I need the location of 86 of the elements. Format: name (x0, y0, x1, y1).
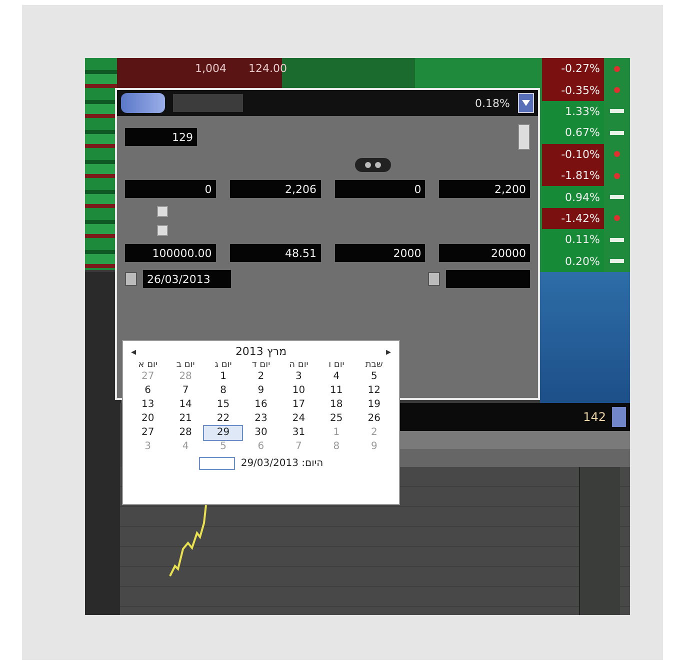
date-field[interactable] (446, 270, 530, 288)
weekday-label: יום ו (328, 360, 346, 370)
today-marker-icon (198, 457, 235, 470)
calendar-day[interactable]: 1 (204, 370, 242, 384)
window-title: 0.18% (474, 96, 510, 110)
weekday-label: שבת (364, 360, 384, 370)
month-title: מרץ 2013 (235, 345, 287, 358)
calendar-day[interactable]: 3 (280, 370, 318, 384)
calendar-day[interactable]: 23 (242, 412, 280, 426)
dash-icon (610, 109, 624, 114)
checkbox[interactable] (157, 225, 168, 236)
ticker-value: 1,004 (195, 62, 226, 77)
change-cell: 1.33% (542, 100, 604, 122)
calendar-day[interactable]: 29 (204, 426, 242, 440)
calendar-day[interactable]: 7 (166, 384, 204, 398)
calendar-day[interactable]: 16 (242, 398, 280, 412)
calendar-icon[interactable] (428, 272, 440, 286)
calendar-day[interactable]: 9 (242, 384, 280, 398)
down-marker-icon (614, 215, 620, 222)
calendar-day[interactable]: 14 (166, 398, 204, 412)
change-cell: 0.94% (542, 186, 604, 208)
dash-icon (610, 238, 624, 242)
calendar-day[interactable]: 28 (166, 426, 204, 440)
dash-icon (610, 130, 624, 135)
calendar-day[interactable]: 31 (280, 426, 318, 440)
calendar-day[interactable]: 21 (166, 412, 204, 426)
dash-icon (610, 195, 624, 200)
down-marker-icon (614, 66, 620, 72)
dash-icon (610, 259, 624, 264)
calendar-day[interactable]: 17 (280, 398, 318, 412)
down-marker-icon (614, 151, 620, 158)
calendar-day[interactable]: 5 (355, 370, 393, 384)
next-month-button[interactable]: ▸ (384, 346, 393, 358)
calendar-day[interactable]: 12 (355, 384, 393, 398)
change-cell: 0.11% (542, 229, 604, 251)
dropdown-button[interactable] (518, 93, 534, 113)
caret-icon (522, 100, 530, 106)
calendar-day[interactable]: 25 (318, 412, 356, 426)
amount-field[interactable]: 20000 (439, 244, 530, 262)
calendar-day[interactable]: 22 (204, 412, 242, 426)
ticker-value: 124.00 (248, 62, 287, 77)
calendar-icon[interactable] (125, 272, 137, 286)
change-cell: -0.35% (542, 79, 604, 101)
change-cell: 0.67% (542, 122, 604, 144)
calendar-day[interactable]: 10 (280, 384, 318, 398)
calendar-day[interactable]: 30 (242, 426, 280, 440)
calendar-day[interactable]: 11 (318, 384, 356, 398)
calendar-day[interactable]: 4 (318, 370, 356, 384)
weekday-label: יום ג (214, 360, 233, 370)
calendar-day[interactable]: 13 (129, 398, 167, 412)
weekday-label: יום א (137, 360, 159, 370)
calendar-day[interactable]: 18 (318, 398, 356, 412)
calendar-day[interactable]: 15 (204, 398, 242, 412)
price-field[interactable]: 2,200 (439, 180, 530, 198)
change-cell: 0.20% (542, 250, 604, 272)
weekday-label: יום ב (175, 360, 196, 370)
calendar-day[interactable]: 24 (280, 412, 318, 426)
calendar-day[interactable]: 27 (129, 426, 167, 440)
change-cell: -0.10% (542, 144, 604, 165)
down-marker-icon (614, 172, 620, 179)
spin-button[interactable] (518, 124, 530, 150)
calendar-day[interactable]: 8 (204, 384, 242, 398)
weekday-label: יום ה (288, 360, 310, 370)
today-link[interactable]: היום: 29/03/2013 (240, 458, 324, 469)
calendar-day[interactable]: 19 (355, 398, 393, 412)
calendar-day[interactable]: 26 (355, 412, 393, 426)
change-cell: -1.81% (542, 164, 604, 186)
amount-field[interactable]: 48.51 (230, 244, 320, 262)
previous-month-button[interactable]: ◂ (129, 346, 138, 358)
app-logo-icon (121, 93, 165, 113)
change-cell: -1.42% (542, 208, 604, 230)
down-marker-icon (614, 87, 620, 94)
calendar-day[interactable]: 6 (129, 384, 167, 398)
change-cell: -0.27% (542, 58, 604, 80)
price-field[interactable]: 2,206 (230, 180, 320, 198)
amount-field[interactable]: 2000 (334, 244, 426, 262)
window-title: 142 (583, 410, 606, 424)
price-field[interactable]: 0 (125, 180, 216, 198)
weekday-label: יום ד (250, 360, 272, 370)
date-field[interactable]: 26/03/2013 (143, 270, 231, 288)
quantity-field[interactable]: 129 (125, 128, 197, 146)
amount-field[interactable]: 100000.00 (125, 244, 216, 262)
calendar-day[interactable]: 20 (129, 412, 167, 426)
calendar-day[interactable]: 2 (242, 370, 280, 384)
price-field[interactable]: 0 (334, 180, 426, 198)
checkbox[interactable] (157, 206, 168, 217)
